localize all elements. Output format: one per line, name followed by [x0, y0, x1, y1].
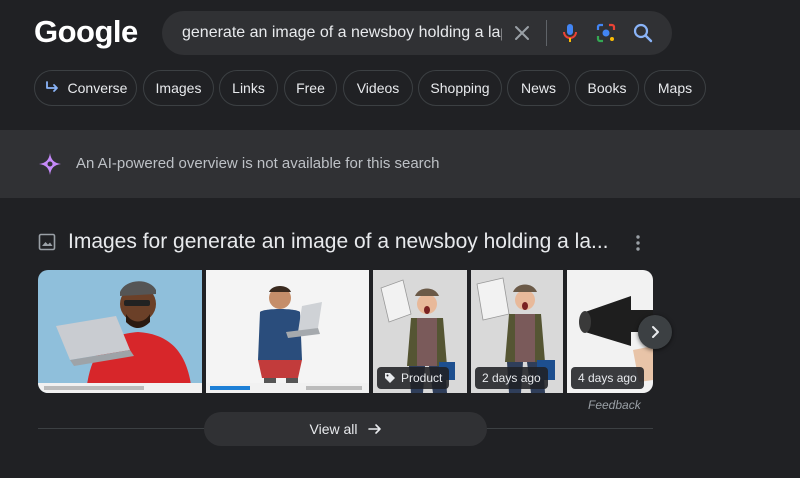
more-vert-icon[interactable]	[630, 234, 646, 252]
thumbnail-badge: Product	[377, 367, 450, 389]
search-input[interactable]: generate an image of a newsboy holding a…	[182, 24, 502, 42]
thumbnail-badge-label: Product	[401, 371, 443, 385]
chip-label: Shopping	[430, 80, 490, 96]
chip-label: Maps	[657, 80, 693, 96]
search-divider	[546, 20, 547, 46]
view-all-button[interactable]: View all	[204, 412, 487, 446]
chip-label: Converse	[67, 80, 128, 96]
image-thumbnail-3[interactable]: Product	[373, 270, 467, 393]
chip-shopping[interactable]: Shopping	[418, 70, 502, 106]
chip-news[interactable]: News	[507, 70, 570, 106]
chip-label: Books	[587, 80, 627, 96]
carousel-next-button[interactable]	[638, 315, 672, 349]
close-icon[interactable]	[512, 23, 532, 43]
ai-overview-banner: An AI-powered overview is not available …	[0, 130, 800, 198]
chip-free[interactable]: Free	[284, 70, 337, 106]
search-box[interactable]: generate an image of a newsboy holding a…	[162, 11, 672, 55]
chip-label: Images	[155, 80, 202, 96]
chip-label: Free	[296, 80, 325, 96]
chip-books[interactable]: Books	[575, 70, 639, 106]
chip-maps[interactable]: Maps	[644, 70, 706, 106]
chevron-right-icon	[648, 325, 662, 339]
chip-videos[interactable]: Videos	[343, 70, 413, 106]
chip-label: Links	[232, 80, 265, 96]
image-thumbnail-4[interactable]: 2 days ago	[471, 270, 563, 393]
thumbnail-badge: 4 days ago	[571, 367, 644, 389]
image-icon	[38, 233, 56, 251]
ai-overview-text: An AI-powered overview is not available …	[76, 155, 440, 172]
ai-sparkle-icon	[38, 152, 62, 176]
image-thumbnail-strip: Product 2 days ago 4 days ago	[38, 270, 653, 393]
converse-arrow-icon	[44, 81, 60, 95]
chip-label: News	[520, 80, 556, 96]
chip-converse[interactable]: Converse	[34, 70, 137, 106]
chip-images[interactable]: Images	[143, 70, 214, 106]
tag-icon	[384, 372, 396, 384]
chip-label: Videos	[356, 80, 400, 96]
arrow-right-icon	[367, 422, 382, 436]
thumbnail-badge: 2 days ago	[475, 367, 548, 389]
lens-icon[interactable]	[595, 22, 617, 44]
view-all-label: View all	[309, 421, 358, 437]
image-thumbnail-1[interactable]	[38, 270, 202, 393]
search-icon[interactable]	[632, 22, 654, 44]
thumbnail-badge-label: 4 days ago	[578, 371, 637, 385]
thumbnail-badge-label: 2 days ago	[482, 371, 541, 385]
google-logo[interactable]: Google	[34, 14, 138, 50]
images-section-title[interactable]: Images for generate an image of a newsbo…	[68, 230, 613, 254]
chip-links[interactable]: Links	[219, 70, 278, 106]
mic-icon[interactable]	[559, 22, 581, 44]
feedback-link[interactable]: Feedback	[588, 398, 641, 412]
image-thumbnail-2[interactable]	[206, 270, 369, 393]
